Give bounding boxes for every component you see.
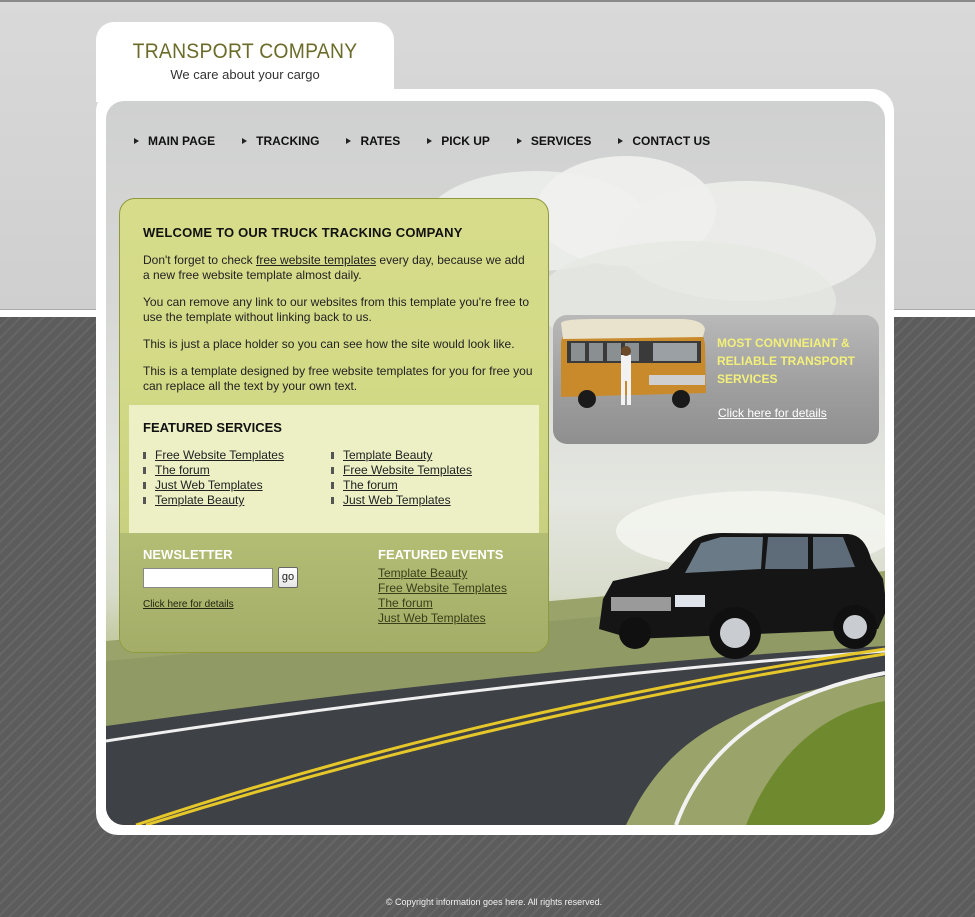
promo-details-link[interactable]: Click here for details [718, 406, 827, 420]
free-templates-link[interactable]: free website templates [256, 253, 376, 267]
event-link[interactable]: Free Website Templates [378, 581, 507, 596]
list-item[interactable]: Free Website Templates [143, 448, 284, 463]
arrow-bullet-icon [346, 138, 352, 144]
site-slogan: We care about your cargo [170, 67, 320, 82]
main-content-panel: WELCOME TO OUR TRUCK TRACKING COMPANY Do… [119, 198, 549, 653]
arrow-bullet-icon [242, 138, 248, 144]
event-link[interactable]: Just Web Templates [378, 611, 507, 626]
bullet-icon [331, 482, 334, 489]
bullet-icon [331, 467, 334, 474]
nav-pick-up[interactable]: PICK UP [427, 133, 490, 149]
promo-box: MOST CONVINEIANT & RELIABLE TRANSPORT SE… [553, 315, 879, 444]
welcome-paragraph-1: Don't forget to check free website templ… [143, 253, 525, 282]
featured-links-right: Template Beauty Free Website Templates T… [331, 448, 472, 508]
arrow-bullet-icon [618, 138, 624, 144]
featured-services-heading: FEATURED SERVICES [143, 420, 282, 435]
newsletter-heading: NEWSLETTER [143, 547, 233, 562]
newsletter-details-link[interactable]: Click here for details [143, 599, 234, 610]
nav-contact-us[interactable]: CONTACT US [618, 133, 710, 149]
bullet-icon [143, 482, 146, 489]
copyright-footer: © Copyright information goes here. All r… [385, 897, 603, 907]
arrow-bullet-icon [427, 138, 433, 144]
event-link[interactable]: The forum [378, 596, 507, 611]
featured-events-list: Template Beauty Free Website Templates T… [378, 566, 507, 626]
bullet-icon [143, 452, 146, 459]
list-item[interactable]: Template Beauty [331, 448, 472, 463]
nav-rates[interactable]: RATES [346, 133, 400, 149]
list-item[interactable]: The forum [331, 478, 472, 493]
list-item[interactable]: Template Beauty [143, 493, 284, 508]
bus-image [561, 319, 706, 408]
arrow-bullet-icon [516, 138, 522, 144]
nav-services[interactable]: SERVICES [516, 133, 591, 149]
bullet-icon [143, 497, 146, 504]
newsletter-email-input[interactable] [143, 568, 273, 588]
list-item[interactable]: Free Website Templates [331, 463, 472, 478]
bullet-icon [331, 497, 334, 504]
logo-tab: TRANSPORT COMPANY We care about your car… [96, 22, 394, 102]
bullet-icon [331, 452, 334, 459]
nav-tracking[interactable]: TRACKING [242, 133, 319, 149]
newsletter-go-button[interactable]: go [278, 567, 298, 588]
list-item[interactable]: Just Web Templates [331, 493, 472, 508]
list-item[interactable]: The forum [143, 463, 284, 478]
arrow-bullet-icon [134, 138, 139, 144]
featured-services-box: FEATURED SERVICES Free Website Templates… [129, 405, 539, 533]
welcome-paragraph-4: This is a template designed by free webs… [143, 364, 533, 393]
list-item[interactable]: Just Web Templates [143, 478, 284, 493]
bullet-icon [143, 467, 146, 474]
event-link[interactable]: Template Beauty [378, 566, 507, 581]
welcome-heading: WELCOME TO OUR TRUCK TRACKING COMPANY [143, 225, 463, 240]
promo-tagline: MOST CONVINEIANT & RELIABLE TRANSPORT SE… [717, 336, 855, 386]
welcome-paragraph-2: You can remove any link to our websites … [143, 295, 530, 324]
welcome-paragraph-3: This is just a place holder so you can s… [143, 337, 515, 351]
featured-links-left: Free Website Templates The forum Just We… [143, 448, 284, 508]
featured-events-heading: FEATURED EVENTS [378, 547, 504, 562]
site-title: TRANSPORT COMPANY [132, 40, 358, 63]
nav-main-page[interactable]: MAIN PAGE [134, 133, 215, 149]
main-nav: MAIN PAGE TRACKING RATES PICK UP SERVICE… [134, 133, 737, 149]
